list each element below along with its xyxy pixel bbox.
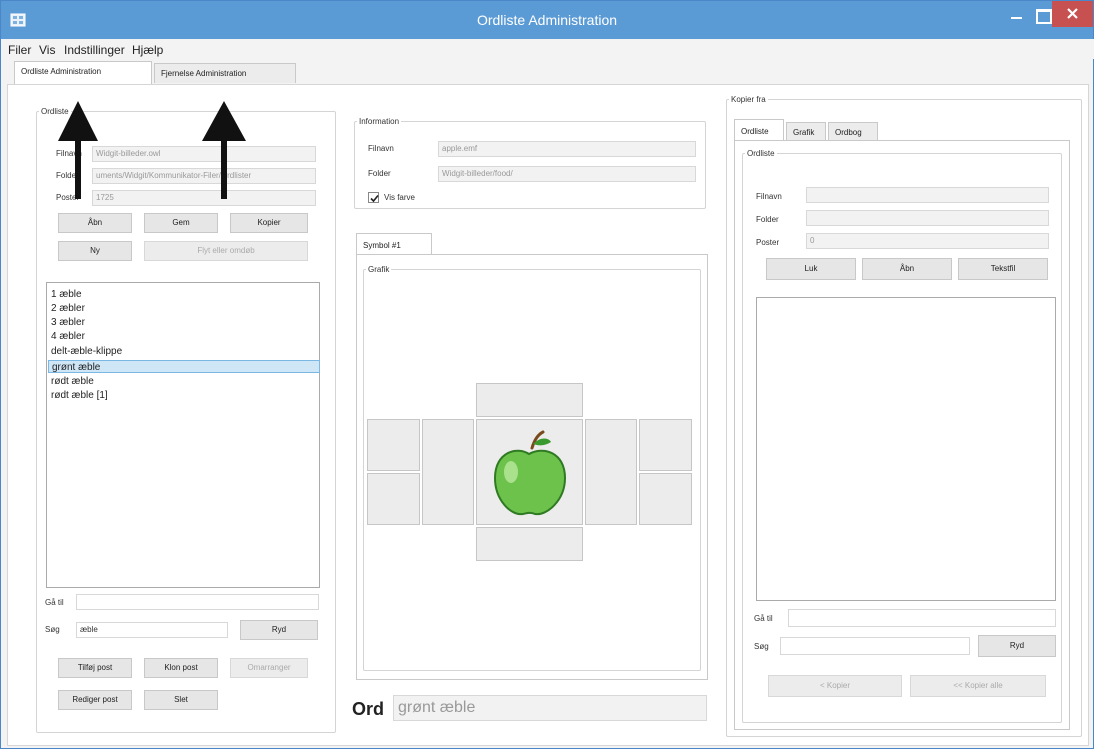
copy-button[interactable]: Kopier (230, 213, 308, 233)
copy-close-button[interactable]: Luk (766, 258, 856, 280)
tab-fjernelse-administration[interactable]: Fjernelse Administration (154, 63, 296, 83)
information-group-title: Information (359, 117, 400, 126)
close-button[interactable] (1052, 1, 1093, 27)
tab-content: Ordliste Filnavn Widgit-billeder.owl Fol… (7, 84, 1089, 746)
tab-copy-ordbog[interactable]: Ordbog (828, 122, 878, 141)
up-arrow-icon (58, 101, 98, 199)
tab-symbol-1[interactable]: Symbol #1 (356, 233, 432, 255)
search-input[interactable]: æble (76, 622, 228, 638)
word-field[interactable]: grønt æble (393, 695, 707, 721)
graphic-slot-center[interactable] (476, 419, 583, 525)
copy-filename-label: Filnavn (756, 192, 782, 201)
search-label: Søg (45, 625, 60, 634)
show-color-label: Vis farve (384, 193, 415, 202)
close-icon (1067, 8, 1078, 19)
list-item[interactable]: delt-æble-klippe (48, 345, 320, 358)
copy-all-button[interactable]: << Kopier alle (910, 675, 1046, 697)
info-folder-label: Folder (368, 169, 391, 178)
title-bar: Ordliste Administration (1, 1, 1093, 39)
edit-entry-button[interactable]: Rediger post (58, 690, 132, 710)
window-title: Ordliste Administration (476, 12, 618, 28)
copy-goto-label: Gå til (754, 614, 773, 623)
list-item[interactable]: 1 æble (48, 288, 320, 301)
menu-vis[interactable]: Vis (39, 43, 55, 57)
tab-ordliste-administration[interactable]: Ordliste Administration (14, 61, 152, 84)
save-button[interactable]: Gem (144, 213, 218, 233)
info-filename-label: Filnavn (368, 144, 394, 153)
list-item[interactable]: rødt æble (48, 375, 320, 388)
menu-indstillinger[interactable]: Indstillinger (64, 43, 125, 57)
copy-entries-field: 0 (806, 233, 1049, 249)
copy-goto-input[interactable] (788, 609, 1056, 627)
apple-icon (493, 430, 567, 516)
main-window: Ordliste Administration Filer Vis Indsti… (0, 0, 1094, 749)
copy-search-input[interactable] (780, 637, 970, 655)
menu-filer[interactable]: Filer (8, 43, 31, 57)
copy-from-group-title: Kopier fra (731, 95, 766, 104)
copy-folder-field (806, 210, 1049, 226)
show-color-checkbox[interactable] (368, 192, 379, 203)
new-button[interactable]: Ny (58, 241, 132, 261)
move-rename-button[interactable]: Flyt eller omdøb (144, 241, 308, 261)
open-button[interactable]: Åbn (58, 213, 132, 233)
tab-copy-grafik[interactable]: Grafik (786, 122, 826, 141)
goto-label: Gå til (45, 598, 64, 607)
info-folder-field: Widgit-billeder/food/ (438, 166, 696, 182)
list-item[interactable]: 2 æbler (48, 302, 320, 315)
copy-filename-field (806, 187, 1049, 203)
graphic-slot-top[interactable] (476, 383, 583, 417)
graphic-slot[interactable] (585, 419, 637, 525)
list-item[interactable]: 4 æbler (48, 330, 320, 343)
graphic-slot[interactable] (639, 419, 692, 471)
copy-search-label: Søg (754, 642, 769, 651)
delete-entry-button[interactable]: Slet (144, 690, 218, 710)
graphic-slot[interactable] (639, 473, 692, 525)
copy-clear-button[interactable]: Ryd (978, 635, 1056, 657)
goto-input[interactable] (76, 594, 319, 610)
info-filename-field: apple.emf (438, 141, 696, 157)
textfile-button[interactable]: Tekstfil (958, 258, 1048, 280)
checkmark-icon (370, 194, 379, 203)
graphic-slot-bottom[interactable] (476, 527, 583, 561)
clear-search-button[interactable]: Ryd (240, 620, 318, 640)
word-list[interactable]: 1 æble 2 æbler 3 æbler 4 æbler delt-æble… (46, 282, 320, 588)
tab-copy-ordliste[interactable]: Ordliste (734, 119, 784, 141)
copy-entries-label: Poster (756, 238, 780, 247)
reorder-button[interactable]: Omarranger (230, 658, 308, 678)
copy-open-button[interactable]: Åbn (862, 258, 952, 280)
word-label: Ord (352, 699, 385, 719)
clone-entry-button[interactable]: Klon post (144, 658, 218, 678)
graphic-group-title: Grafik (368, 265, 390, 274)
graphic-slot[interactable] (422, 419, 474, 525)
copy-word-list[interactable] (756, 297, 1056, 601)
main-tabs: Ordliste Administration Fjernelse Admini… (2, 59, 1094, 84)
minimize-button[interactable] (1002, 1, 1030, 27)
list-item[interactable]: 3 æbler (48, 316, 320, 329)
graphic-slot[interactable] (367, 473, 420, 525)
menu-hjaelp[interactable]: Hjælp (132, 43, 163, 57)
copy-folder-label: Folder (756, 215, 779, 224)
graphic-slot[interactable] (367, 419, 420, 471)
copy-button[interactable]: < Kopier (768, 675, 902, 697)
list-item-selected[interactable]: grønt æble (48, 360, 320, 373)
copy-ordliste-group-title: Ordliste (747, 149, 775, 158)
up-arrow-icon (202, 101, 246, 199)
list-item[interactable]: rødt æble [1] (48, 389, 320, 402)
menu-bar: Filer Vis Indstillinger Hjælp (2, 39, 1094, 59)
add-entry-button[interactable]: Tilføj post (58, 658, 132, 678)
